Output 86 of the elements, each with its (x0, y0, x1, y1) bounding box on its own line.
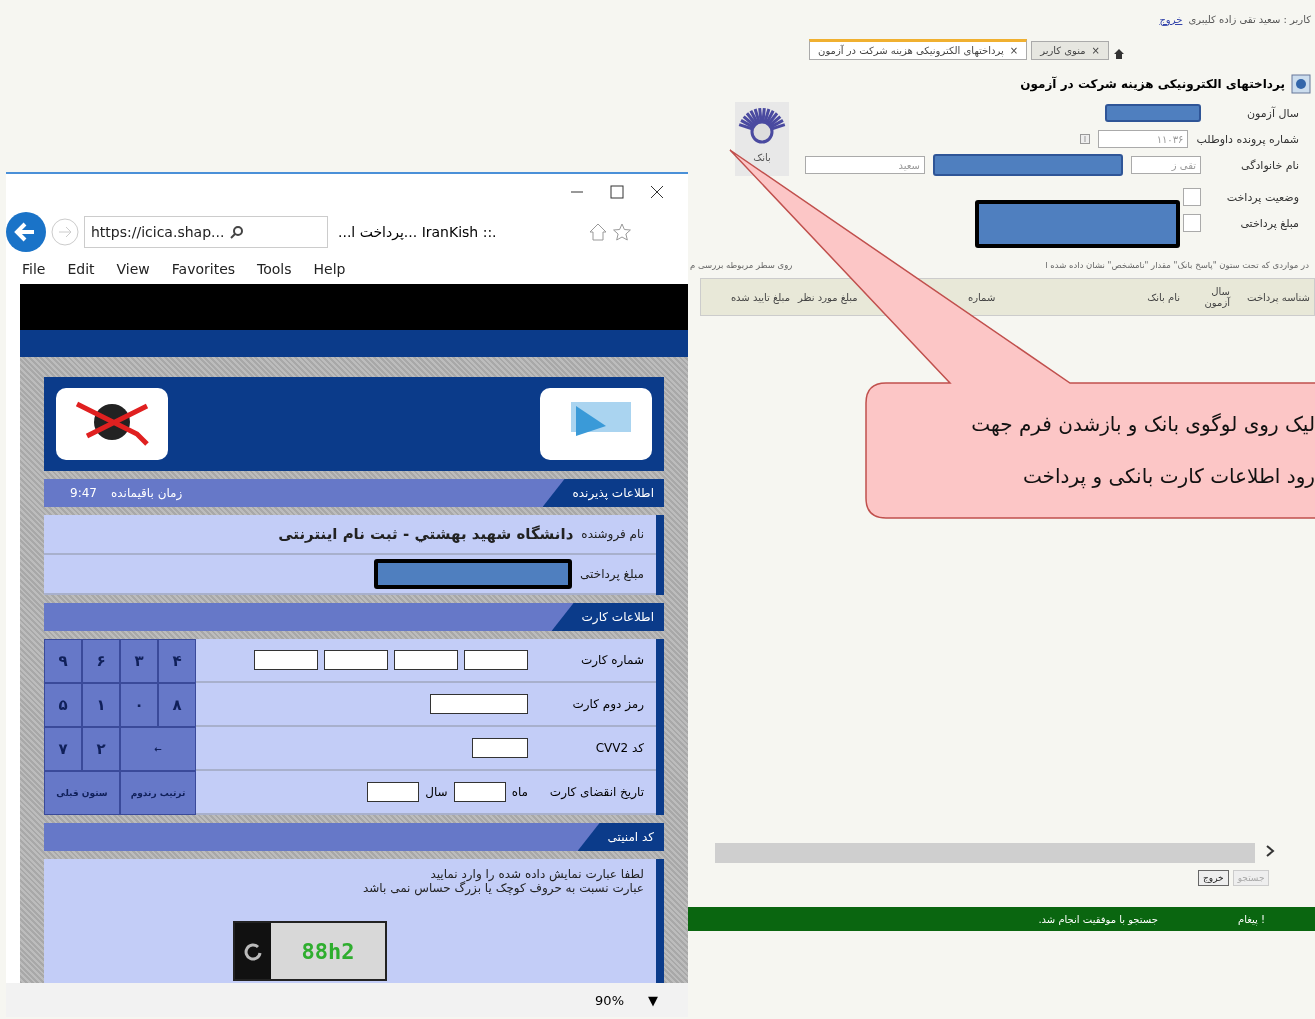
captcha-image: 88h2 (233, 921, 387, 981)
field-label: شماره پرونده داوطلب (1196, 132, 1299, 146)
horizontal-scrollbar[interactable] (715, 843, 1255, 863)
instruction-text: لطفا عبارت نمایش داده شده را وارد نمایید (429, 866, 645, 881)
maximize-icon[interactable] (610, 185, 624, 199)
filter-label: مبلغ پرداختی (1239, 216, 1299, 230)
zoom-level[interactable]: 90% (595, 992, 624, 1008)
column-header: شماره (967, 291, 997, 303)
tab[interactable]: × منوی کاربر (1031, 41, 1109, 60)
pin-input[interactable] (430, 694, 528, 714)
year-input[interactable] (367, 782, 420, 802)
column-header: سال آزمون (1203, 286, 1232, 308)
keypad-key[interactable]: ۶ (82, 639, 120, 683)
tab[interactable]: × پرداختهای الکترونیکی هزینه شرکت در آزمون (809, 39, 1028, 60)
filter-label: وضعیت پرداخت (1225, 190, 1299, 204)
home-icon[interactable] (1113, 48, 1125, 60)
year-label: سال (425, 785, 448, 799)
page-title: پرداختهای الکترونیکی هزینه شرکت در آزمون (1020, 77, 1285, 91)
field-label: نام خانوادگی (1240, 158, 1299, 172)
field-label: کد CVV2 (594, 741, 644, 755)
address-bar[interactable]: https://icica.shap... (84, 216, 328, 248)
field-label: سال آزمون (1245, 106, 1299, 120)
instruction-text: عبارت نسبت به حروف کوچک یا بزرگ حساس نمی باشد (362, 881, 645, 895)
column-header: مبلغ تایید شده (729, 291, 791, 303)
last-name-field[interactable]: تقی ز (1131, 156, 1201, 174)
status-message: جستجو با موفقیت انجام شد. (1038, 913, 1158, 925)
first-name-field[interactable]: سعید (805, 156, 925, 174)
toolbar-button[interactable]: خروج (1198, 870, 1229, 886)
keypad-key[interactable]: ۳ (120, 639, 158, 683)
close-icon[interactable] (650, 185, 664, 199)
refresh-icon[interactable] (243, 941, 263, 961)
callout-text: رود اطلاعات کارت بانکی و پرداخت (1021, 463, 1315, 491)
column-header: نام بانک (1146, 291, 1181, 303)
field-label: رمز دوم کارت (571, 697, 644, 711)
menu-item[interactable]: View (116, 261, 150, 277)
notice-text: روی سطر مربوطه بررسی م (690, 260, 793, 270)
keypad-key[interactable]: ۵ (44, 683, 82, 727)
section-title: اطلاعات کارت (551, 603, 664, 631)
section-title: کد امنیتی (577, 823, 664, 851)
star-icon[interactable] (612, 222, 632, 242)
keypad-key[interactable]: ← (120, 727, 196, 771)
card-number-input[interactable] (254, 650, 318, 670)
zoom-caret[interactable]: ▼ (648, 992, 658, 1008)
menu-item[interactable]: Favorites (171, 261, 236, 277)
page-icon (1291, 74, 1311, 94)
field-label: نام فروشنده (581, 527, 644, 541)
menu-item[interactable]: Help (313, 261, 346, 277)
month-input[interactable] (453, 782, 506, 802)
keypad-key[interactable]: ۲ (82, 727, 120, 771)
timer-label: زمان باقیمانده (110, 486, 183, 500)
file-number-field[interactable]: ۱۱۰۳۶ (1098, 130, 1189, 148)
cvv-input[interactable] (472, 738, 528, 758)
menu-item[interactable]: File (22, 261, 46, 277)
keypad-key[interactable]: ستون قبلی (44, 771, 120, 815)
scroll-right-icon[interactable] (1265, 844, 1275, 858)
user-name: کاربر : سعید تقی زاده کلیبری (1188, 13, 1311, 25)
card-number-input[interactable] (324, 650, 388, 670)
keypad-key[interactable]: ترتیب رندوم (120, 771, 196, 815)
section-title: اطلاعات پذیرنده (542, 479, 664, 507)
field-label: شماره کارت (580, 653, 644, 667)
menu-item[interactable]: Edit (67, 261, 95, 277)
field-label: مبلغ پرداختی (580, 567, 644, 581)
keypad-key[interactable]: ۱ (82, 683, 120, 727)
card-number-input[interactable] (464, 650, 528, 670)
field-label: تاریخ انقضای کارت (548, 785, 644, 799)
back-icon[interactable] (6, 212, 46, 252)
lookup-icon[interactable] (1080, 134, 1091, 144)
card-number-input[interactable] (394, 650, 458, 670)
month-label: ماه (511, 785, 528, 799)
logout-link[interactable]: خروج (1159, 13, 1183, 25)
keypad-key[interactable]: ۴ (158, 639, 196, 683)
callout-text: لیک روی لوگوی بانک و بازشدن فرم جهت (970, 411, 1315, 438)
keypad-key[interactable]: ۸ (158, 683, 196, 727)
menu-item[interactable]: Tools (257, 261, 292, 277)
seller-name: دانشگاه شهید بهشتي - ثبت نام اینترنتی (278, 525, 574, 543)
keypad-key[interactable]: ۷ (44, 727, 82, 771)
keypad-key[interactable]: ۹ (44, 639, 82, 683)
bank-logo[interactable]: بانک (735, 102, 789, 176)
column-header: شناسه پرداخت (1246, 291, 1311, 303)
status-title: ! پیغام (1237, 913, 1265, 925)
column-header: مبلغ مورد نظر (796, 291, 859, 303)
notice-text: در مواردی که تحت ستون "پاسخ بانک" مقدار "نامشخص" نشان داده شده ا (1045, 260, 1309, 270)
keypad-key[interactable]: ۰ (120, 683, 158, 727)
search-icon (230, 225, 245, 239)
timer-value: 9:47 (70, 486, 97, 500)
bank-caption: بانک (753, 152, 771, 163)
